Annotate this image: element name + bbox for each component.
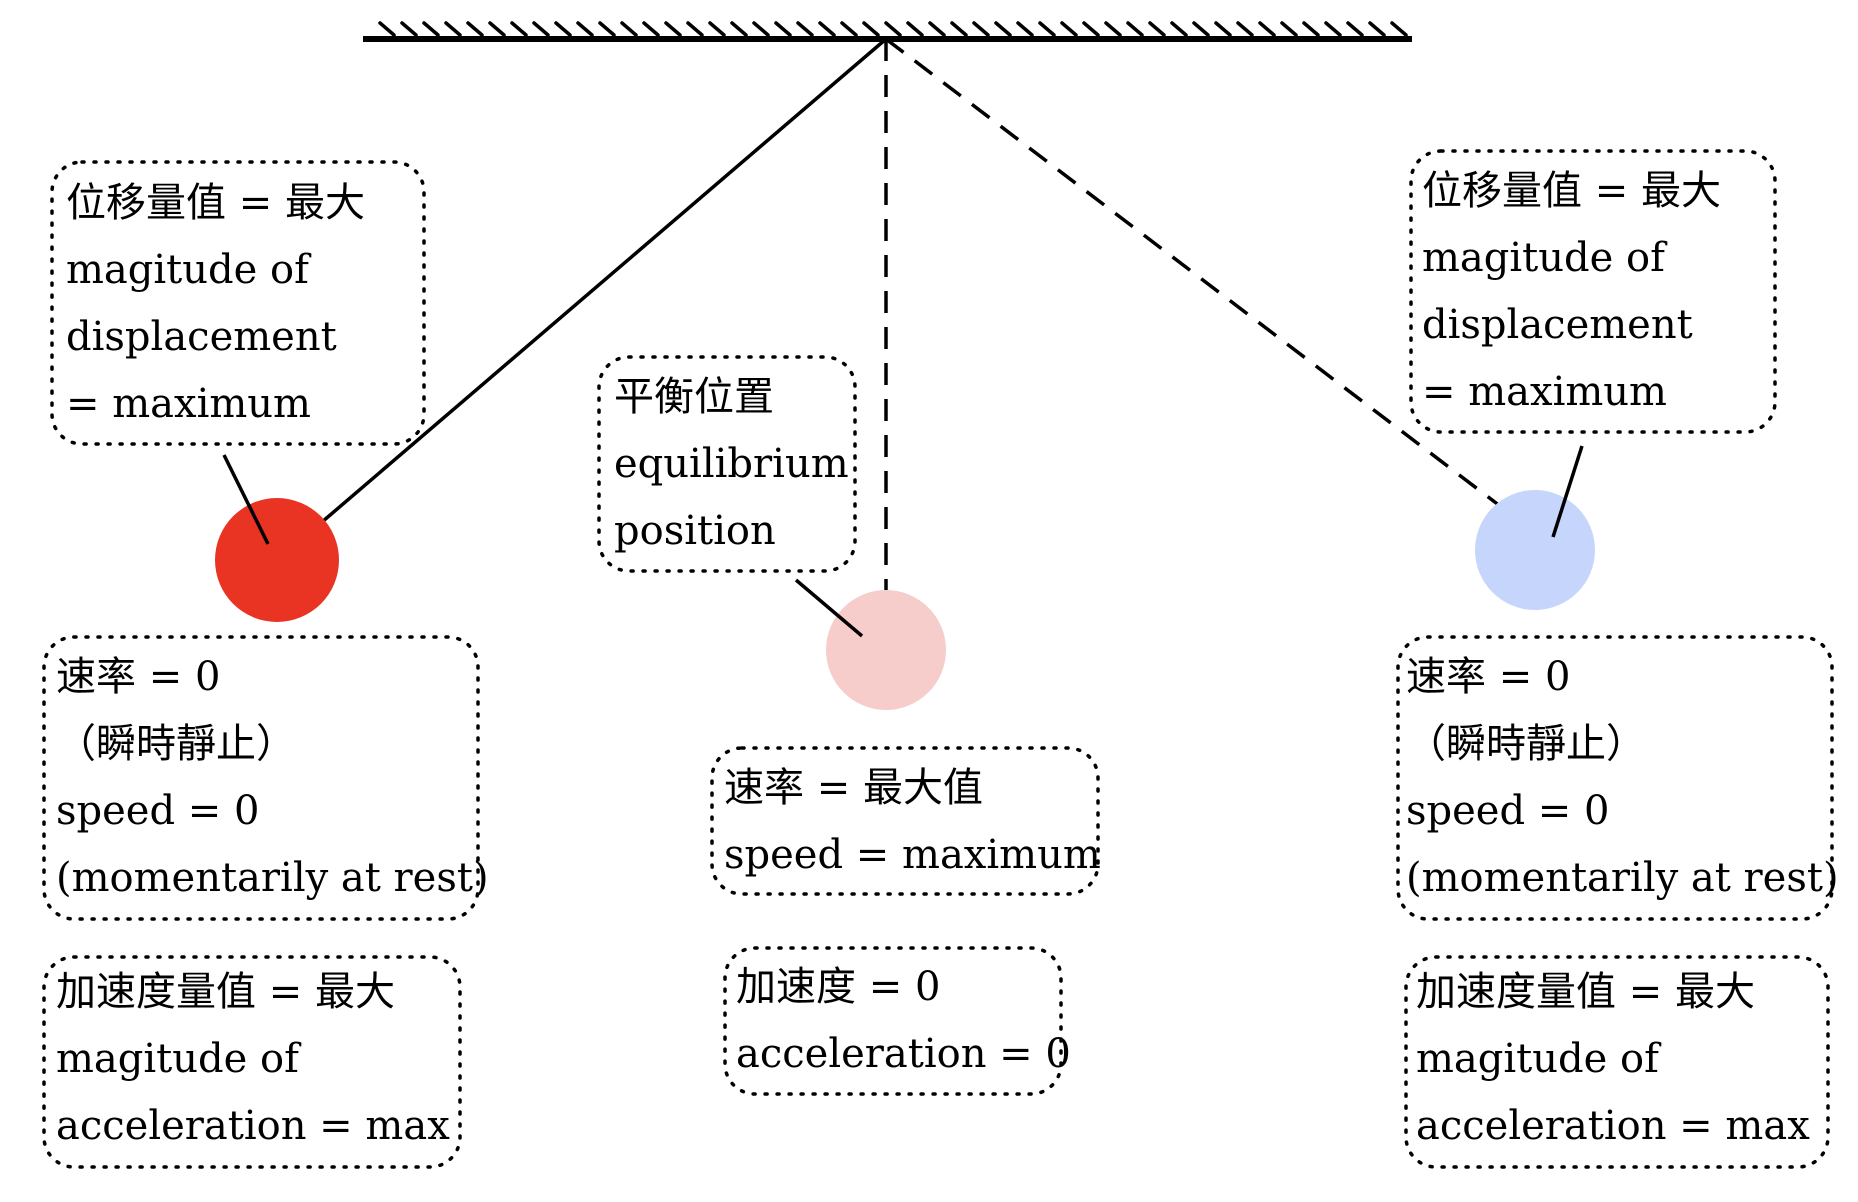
hatch-mark xyxy=(1302,21,1320,37)
hatch-mark xyxy=(906,21,924,37)
right-speed-label: 速率 = 0 （瞬時靜止） speed = 0 (momentarily at … xyxy=(1406,654,1839,901)
right-top-label: 位移量值 = 最大 magitude of displacement = max… xyxy=(1422,168,1734,415)
hatch-mark xyxy=(928,21,946,37)
hatch-mark xyxy=(488,21,506,37)
hatch-mark xyxy=(972,21,990,37)
hatch-mark xyxy=(686,21,704,37)
hatch-mark xyxy=(1280,21,1298,37)
hatch-mark xyxy=(1148,21,1166,37)
hatch-mark xyxy=(818,21,836,37)
right-accel-label: 加速度量值 = 最大 magitude of acceleration = ma… xyxy=(1416,969,1810,1149)
hatch-mark xyxy=(1170,21,1188,37)
hatch-mark xyxy=(884,21,902,37)
hatch-mark xyxy=(378,21,396,37)
hatch-mark xyxy=(1082,21,1100,37)
hatch-mark xyxy=(422,21,440,37)
hatch-mark xyxy=(1192,21,1210,37)
hatch-mark xyxy=(752,21,770,37)
hatch-mark xyxy=(1236,21,1254,37)
center-accel-label: 加速度 = 0 acceleration = 0 xyxy=(736,964,1071,1077)
left-accel-label: 加速度量值 = 最大 magitude of acceleration = ma… xyxy=(56,969,450,1149)
hatch-mark xyxy=(708,21,726,37)
bob-left xyxy=(215,498,339,622)
string-right-dashed xyxy=(884,37,1502,508)
hatch-mark xyxy=(532,21,550,37)
hatch-mark xyxy=(950,21,968,37)
hatch-mark xyxy=(1126,21,1144,37)
bob-right xyxy=(1475,490,1595,610)
hatch-mark xyxy=(1258,21,1276,37)
hatch-mark xyxy=(1016,21,1034,37)
ceiling-support xyxy=(363,21,1412,42)
hatch-mark xyxy=(994,21,1012,37)
pendulum-diagram: 位移量值 = 最大 magitude of displacement = max… xyxy=(42,21,1839,1169)
hatch-mark xyxy=(576,21,594,37)
hatch-mark xyxy=(1390,21,1408,37)
hatch-mark xyxy=(1324,21,1342,37)
hatch-mark xyxy=(466,21,484,37)
hatch-mark xyxy=(444,21,462,37)
hatch-mark xyxy=(796,21,814,37)
ceiling-hatching xyxy=(378,21,1408,37)
hatch-mark xyxy=(1038,21,1056,37)
left-speed-label: 速率 = 0 （瞬時靜止） speed = 0 (momentarily at … xyxy=(56,654,489,901)
hatch-mark xyxy=(774,21,792,37)
hatch-mark xyxy=(1104,21,1122,37)
hatch-mark xyxy=(730,21,748,37)
hatch-mark xyxy=(840,21,858,37)
hatch-mark xyxy=(400,21,418,37)
hatch-mark xyxy=(664,21,682,37)
center-top-label: 平衡位置 equilibrium position xyxy=(614,374,861,554)
hatch-mark xyxy=(1368,21,1386,37)
hatch-mark xyxy=(554,21,572,37)
hatch-mark xyxy=(862,21,880,37)
hatch-mark xyxy=(598,21,616,37)
hatch-mark xyxy=(620,21,638,37)
hatch-mark xyxy=(510,21,528,37)
hatch-mark xyxy=(1214,21,1232,37)
hatch-mark xyxy=(1060,21,1078,37)
left-top-label: 位移量值 = 最大 magitude of displacement = max… xyxy=(66,180,378,427)
hatch-mark xyxy=(642,21,660,37)
bob-center xyxy=(826,590,946,710)
center-speed-label: 速率 = 最大值 speed = maximum xyxy=(724,765,1101,878)
hatch-mark xyxy=(1346,21,1364,37)
